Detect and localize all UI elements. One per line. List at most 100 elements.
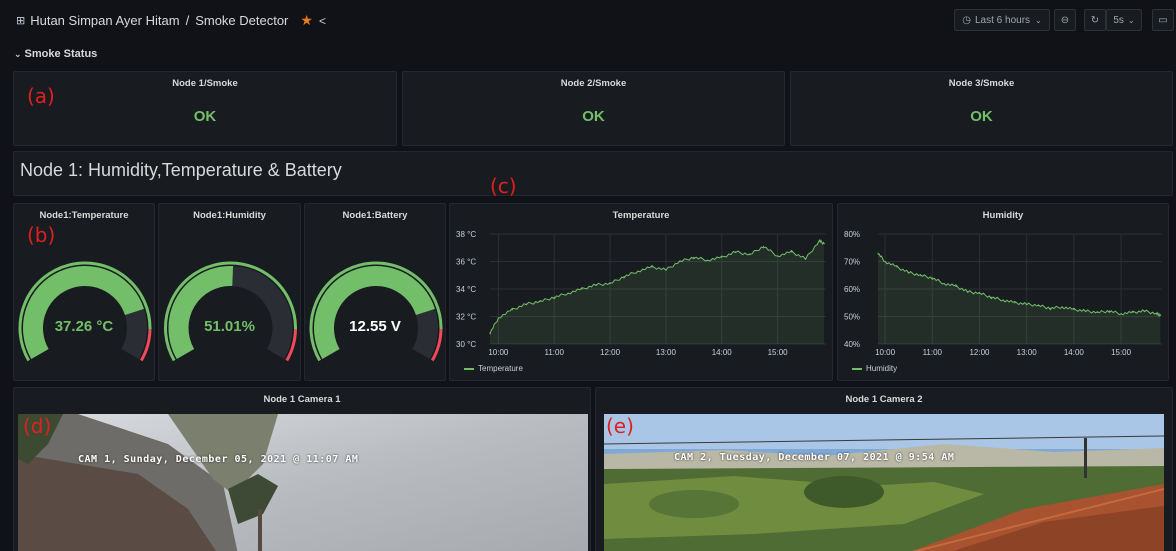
data-point (665, 269, 667, 271)
data-point (497, 317, 499, 319)
annotation-label-e: (e) (606, 414, 634, 438)
data-point (1002, 299, 1004, 301)
panel-title[interactable]: Node 1 Camera 1 (14, 394, 590, 405)
data-point (955, 285, 957, 287)
x-tick-label: 12:00 (600, 348, 621, 357)
data-point (931, 277, 933, 279)
smoke-panel-node-3: Node 3/Smoke OK (790, 71, 1173, 146)
data-point (679, 260, 681, 263)
y-tick-label: 38 °C (456, 230, 476, 239)
camera-timestamp-overlay: CAM 2, Tuesday, December 07, 2021 @ 9:54… (674, 452, 955, 463)
data-point (1061, 306, 1063, 308)
data-point (525, 303, 527, 305)
y-tick-label: 30 °C (456, 340, 476, 349)
camera-panel-1: Node 1 Camera 1 CAM 1, Sunday, December … (13, 387, 591, 551)
refresh-icon: ↻ (1090, 14, 1100, 26)
panel-title[interactable]: Node 2/Smoke (403, 78, 784, 89)
x-tick-label: 13:00 (1017, 348, 1038, 357)
chevron-down-icon: ⌄ (1035, 15, 1042, 25)
series-area-fill (878, 254, 1161, 344)
annotation-label-a: (a) (27, 84, 55, 108)
temperature-chart[interactable]: 30 °C 32 °C 34 °C 36 °C 38 °C 10:00 11:00 12:00… (450, 204, 833, 381)
legend-swatch (852, 367, 862, 370)
data-point (1108, 310, 1110, 312)
time-range-label: Last 6 hours (974, 14, 1031, 26)
data-point (721, 256, 723, 258)
gauge-humidity (164, 261, 297, 362)
camera-feed-2[interactable]: CAM 2, Tuesday, December 07, 2021 @ 9:54… (604, 414, 1164, 551)
legend-swatch (464, 367, 474, 370)
annotation-label-c: (c) (490, 174, 517, 198)
gauge-value: 37.26 °C (54, 318, 114, 335)
data-point (967, 291, 969, 293)
gauge-value: 51.01% (204, 318, 255, 335)
smoke-panel-node-1: Node 1/Smoke OK (13, 71, 397, 146)
time-range-picker[interactable]: ◷ Last 6 hours ⌄ (954, 9, 1050, 31)
data-point (735, 251, 737, 253)
y-tick-label: 36 °C (456, 258, 476, 267)
x-tick-label: 10:00 (875, 348, 896, 357)
breadcrumb-separator: / (185, 13, 190, 28)
dashboard-grid-icon[interactable]: ⊞ (16, 14, 25, 27)
y-tick-label: 50% (844, 313, 860, 322)
folder-link[interactable]: Hutan Simpan Ayer Hitam (30, 13, 179, 28)
refresh-interval-picker[interactable]: 5s ⌄ (1106, 9, 1142, 31)
panel-title[interactable]: Node 1/Smoke (14, 78, 396, 89)
data-point (943, 282, 945, 285)
legend-item[interactable]: Temperature (464, 364, 523, 373)
x-tick-label: 15:00 (768, 348, 789, 357)
y-tick-label: 80% (844, 230, 860, 239)
clock-icon: ◷ (962, 14, 971, 26)
timeseries-panel-temperature: Temperature 30 °C 32 °C 34 °C 36 °C 38 °C 10:… (449, 203, 833, 381)
section-text-panel: Node 1: Humidity,Temperature & Battery (13, 151, 1173, 196)
data-point (1144, 310, 1146, 312)
legend-item[interactable]: Humidity (852, 364, 897, 373)
zoom-out-button[interactable]: ⊖ (1054, 9, 1076, 31)
data-point (693, 256, 695, 258)
zoom-out-icon: ⊖ (1060, 14, 1070, 26)
humidity-chart[interactable]: 40% 50% 60% 70% 80% 10:00 11:00 12:00 13:00 14:00… (838, 204, 1169, 381)
y-tick-label: 70% (844, 258, 860, 267)
annotation-label-d: (d) (23, 414, 52, 438)
data-point (609, 282, 611, 285)
share-icon[interactable]: < (319, 14, 326, 28)
camera-feed-1[interactable]: CAM 1, Sunday, December 05, 2021 @ 11:07… (18, 414, 588, 551)
refresh-interval-label: 5s (1113, 14, 1124, 26)
y-tick-label: 40% (844, 340, 860, 349)
smoke-status-value: OK (970, 108, 993, 125)
camera-1-image (18, 414, 588, 551)
smoke-panel-node-2: Node 2/Smoke OK (402, 71, 785, 146)
x-tick-label: 11:00 (923, 348, 943, 357)
data-point (1037, 304, 1040, 307)
data-point (790, 251, 793, 253)
top-bar: ⊞ Hutan Simpan Ayer Hitam / Smoke Detect… (0, 6, 1176, 34)
dashboard: ⊞ Hutan Simpan Ayer Hitam / Smoke Detect… (0, 0, 1176, 551)
data-point (908, 271, 910, 274)
camera-panel-2: Node 1 Camera 2 CAM 2, Tuesday, December… (595, 387, 1173, 551)
data-point (1120, 313, 1122, 315)
data-point (707, 259, 709, 261)
panel-title[interactable]: Node 3/Smoke (791, 78, 1172, 89)
row-toggle-smoke-status[interactable]: ⌄ Smoke Status (14, 48, 97, 60)
data-point (1085, 310, 1087, 312)
annotation-label-b: (b) (27, 223, 56, 247)
data-point (763, 245, 765, 247)
x-tick-label: 12:00 (969, 348, 990, 357)
data-point (1014, 302, 1016, 304)
x-tick-label: 14:00 (1064, 348, 1085, 357)
timeseries-panel-humidity: Humidity 40% 50% 60% 70% 80% 10:00 11:00 12:00 1… (837, 203, 1169, 381)
dashboard-title[interactable]: Smoke Detector (195, 13, 288, 28)
data-point (877, 252, 879, 254)
y-tick-label: 32 °C (456, 313, 476, 322)
refresh-button[interactable]: ↻ (1084, 9, 1106, 31)
gauge-value: 12.55 V (349, 318, 401, 335)
star-icon[interactable]: ★ (300, 12, 313, 29)
data-point (1155, 313, 1158, 315)
tv-mode-button[interactable]: ▭ (1152, 9, 1174, 31)
panel-title[interactable]: Node 1 Camera 2 (596, 394, 1172, 405)
x-tick-label: 13:00 (656, 348, 677, 357)
chevron-down-icon: ⌄ (1127, 15, 1135, 25)
row-title: Smoke Status (24, 48, 98, 60)
y-tick-label: 34 °C (456, 285, 476, 294)
gauge-panel-humidity: Node1:Humidity 51.01% (158, 203, 301, 381)
